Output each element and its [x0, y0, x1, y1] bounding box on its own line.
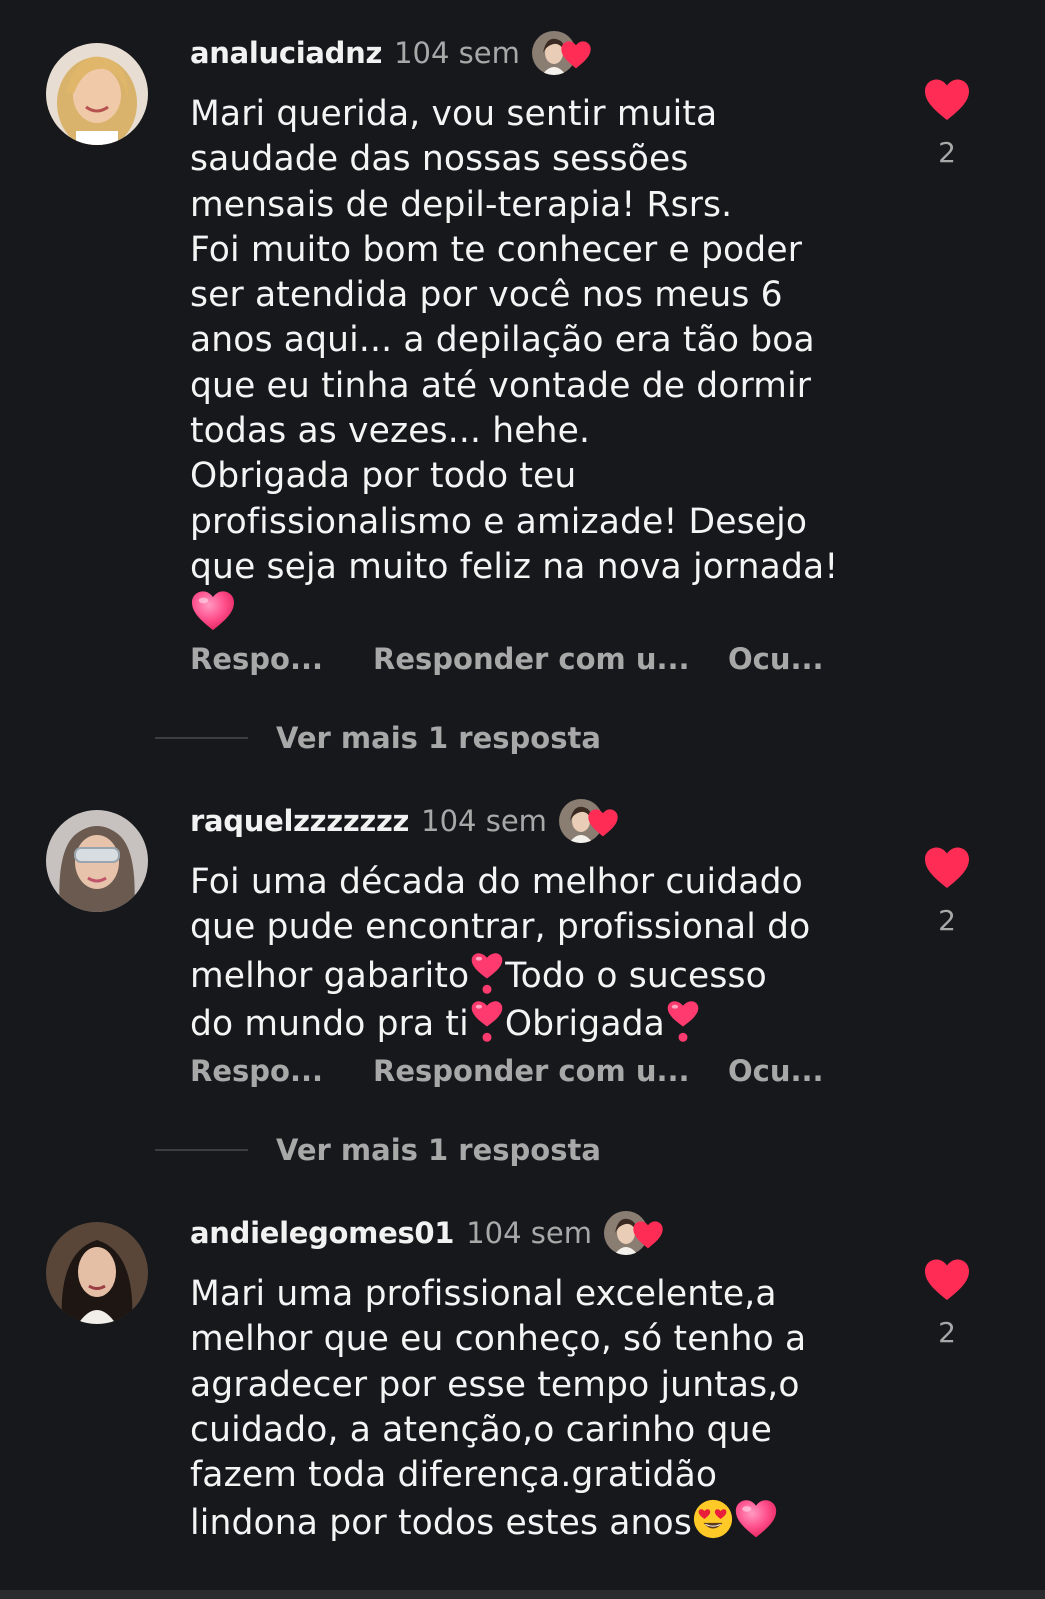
reply-with-button[interactable]: Responder com u...	[373, 1054, 690, 1088]
heart-icon[interactable]	[923, 1258, 971, 1302]
timestamp: 104 sem	[394, 36, 520, 70]
heart-exclamation-emoji	[469, 951, 505, 997]
like-column: 2	[922, 1258, 972, 1349]
reply-button[interactable]: Respo...	[190, 642, 323, 676]
heart-icon[interactable]	[923, 78, 971, 122]
view-more-replies[interactable]: Ver mais 1 resposta	[155, 718, 601, 758]
comment-text: Mari querida, vou sentir muita saudade d…	[190, 92, 910, 639]
heart-icon[interactable]	[923, 846, 971, 890]
author-liked-badge	[531, 30, 598, 76]
divider-line	[155, 1149, 248, 1151]
comment-header: raquelzzzzzzz 104 sem	[190, 796, 625, 846]
bottom-edge	[0, 1590, 1045, 1599]
username[interactable]: andielegomes01	[190, 1216, 454, 1250]
author-liked-badge	[558, 798, 625, 844]
like-count: 2	[938, 904, 956, 937]
view-more-replies[interactable]: Ver mais 1 resposta	[155, 1130, 601, 1170]
like-column: 2	[922, 78, 972, 169]
username[interactable]: analuciadnz	[190, 36, 382, 70]
comment-header: analuciadnz 104 sem	[190, 28, 598, 78]
like-column: 2	[922, 846, 972, 937]
divider-line	[155, 737, 248, 739]
username[interactable]: raquelzzzzzzz	[190, 804, 409, 838]
heart-exclamation-emoji	[469, 999, 505, 1045]
pink-heart-emoji	[190, 590, 236, 632]
pink-heart-emoji	[734, 1498, 778, 1540]
timestamp: 104 sem	[466, 1216, 592, 1250]
view-more-replies-label[interactable]: Ver mais 1 resposta	[276, 1133, 601, 1167]
reply-with-button[interactable]: Responder com u...	[373, 642, 690, 676]
timestamp: 104 sem	[421, 804, 547, 838]
avatar[interactable]	[46, 43, 148, 145]
comment-text: Mari uma profissional excelente,a melhor…	[190, 1274, 807, 1544]
like-count: 2	[938, 1316, 956, 1349]
heart-icon	[560, 40, 592, 70]
hide-button[interactable]: Ocu...	[728, 642, 824, 676]
view-more-replies-label[interactable]: Ver mais 1 resposta	[276, 721, 601, 755]
comment-text: Foi uma década do melhor cuidado que pud…	[190, 862, 811, 1045]
hide-button[interactable]: Ocu...	[728, 1054, 824, 1088]
like-count: 2	[938, 136, 956, 169]
heart-icon	[632, 1220, 664, 1250]
heart-icon	[587, 808, 619, 838]
reply-button[interactable]: Respo...	[190, 1054, 323, 1088]
comment-header: andielegomes01 104 sem	[190, 1208, 670, 1258]
avatar[interactable]	[46, 1222, 148, 1324]
heart-eyes-emoji	[692, 1498, 734, 1540]
heart-exclamation-emoji	[665, 999, 701, 1045]
author-liked-badge	[603, 1210, 670, 1256]
avatar[interactable]	[46, 810, 148, 912]
